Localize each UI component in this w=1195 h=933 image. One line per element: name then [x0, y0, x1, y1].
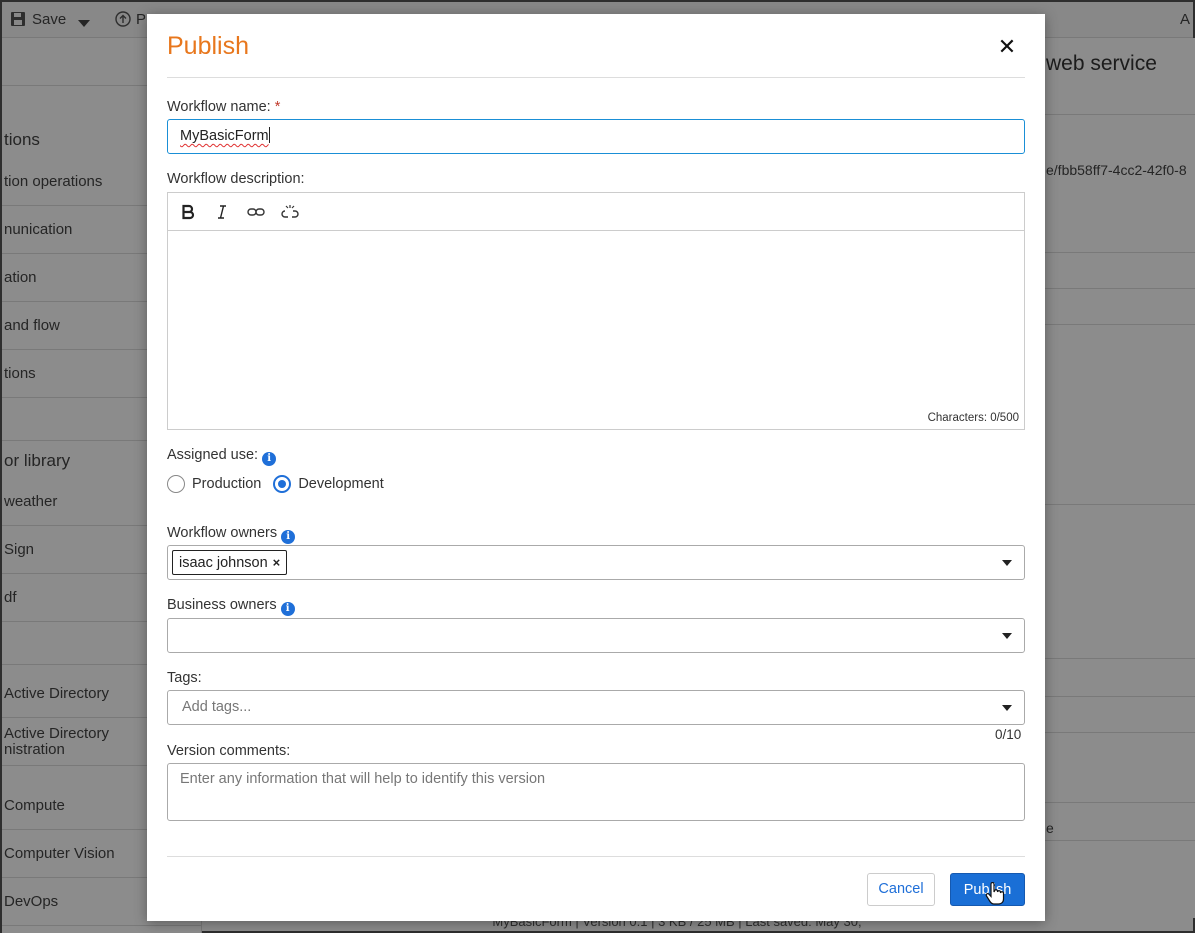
chevron-down-icon[interactable]	[1002, 633, 1012, 639]
tags-select[interactable]: Add tags...	[167, 690, 1025, 725]
text-caret	[268, 127, 270, 143]
chevron-down-icon[interactable]	[1002, 560, 1012, 566]
dialog-title: Publish	[167, 32, 249, 60]
workflow-name-input[interactable]: MyBasicForm	[167, 119, 1025, 154]
divider	[167, 856, 1025, 857]
radio-production-button[interactable]	[167, 475, 185, 493]
chevron-down-icon[interactable]	[1002, 705, 1012, 711]
workflow-name-label-text: Workflow name:	[167, 99, 271, 115]
radio-production[interactable]: Production	[167, 475, 261, 493]
business-owners-select[interactable]	[167, 618, 1025, 653]
link-icon[interactable]	[246, 202, 266, 222]
version-comments-placeholder: Enter any information that will help to …	[180, 771, 546, 787]
radio-development[interactable]: Development	[273, 475, 384, 493]
hand-cursor-icon	[985, 882, 1005, 905]
radio-development-button[interactable]	[273, 475, 292, 493]
workflow-description-label: Workflow description:	[167, 171, 305, 187]
close-icon[interactable]: ✕	[995, 36, 1019, 60]
divider	[167, 77, 1025, 78]
tags-count: 0/10	[995, 727, 1022, 742]
business-owners-label: Business owners i	[167, 597, 295, 616]
workflow-description-editor[interactable]: Characters: 0/500	[167, 192, 1025, 430]
workflow-name-label: Workflow name: *	[167, 99, 280, 115]
assigned-use-label: Assigned use: i	[167, 447, 277, 466]
italic-icon[interactable]	[212, 202, 232, 222]
radio-production-label: Production	[192, 476, 262, 492]
publish-dialog: Publish ✕ Workflow name: * MyBasicForm W…	[147, 14, 1045, 921]
workflow-owners-label: Workflow owners i	[167, 525, 296, 544]
cancel-button[interactable]: Cancel	[867, 873, 935, 906]
workflow-name-value: MyBasicForm	[180, 128, 269, 144]
workflow-owners-select[interactable]: isaac johnson ×	[167, 545, 1025, 580]
info-icon[interactable]: i	[280, 602, 295, 616]
character-count: Characters: 0/500	[927, 412, 1019, 424]
required-mark: *	[274, 99, 281, 115]
info-icon[interactable]: i	[281, 530, 296, 544]
owner-chip-label: isaac johnson	[179, 555, 268, 571]
bold-icon[interactable]	[178, 202, 198, 222]
version-comments-label: Version comments:	[167, 743, 291, 759]
workflow-owners-label-text: Workflow owners	[167, 525, 278, 541]
business-owners-label-text: Business owners	[167, 597, 277, 613]
tags-label: Tags:	[167, 670, 202, 686]
info-icon[interactable]: i	[262, 452, 277, 466]
assigned-use-label-text: Assigned use:	[167, 447, 259, 463]
tags-placeholder: Add tags...	[182, 699, 252, 715]
version-comments-textarea[interactable]: Enter any information that will help to …	[167, 763, 1025, 821]
editor-toolbar	[168, 193, 1024, 231]
assigned-use-radio-group: Production Development	[167, 475, 396, 493]
owner-chip: isaac johnson ×	[172, 550, 288, 575]
radio-development-label: Development	[298, 476, 384, 492]
remove-chip-icon[interactable]: ×	[273, 555, 281, 570]
unlink-icon[interactable]	[280, 202, 300, 222]
